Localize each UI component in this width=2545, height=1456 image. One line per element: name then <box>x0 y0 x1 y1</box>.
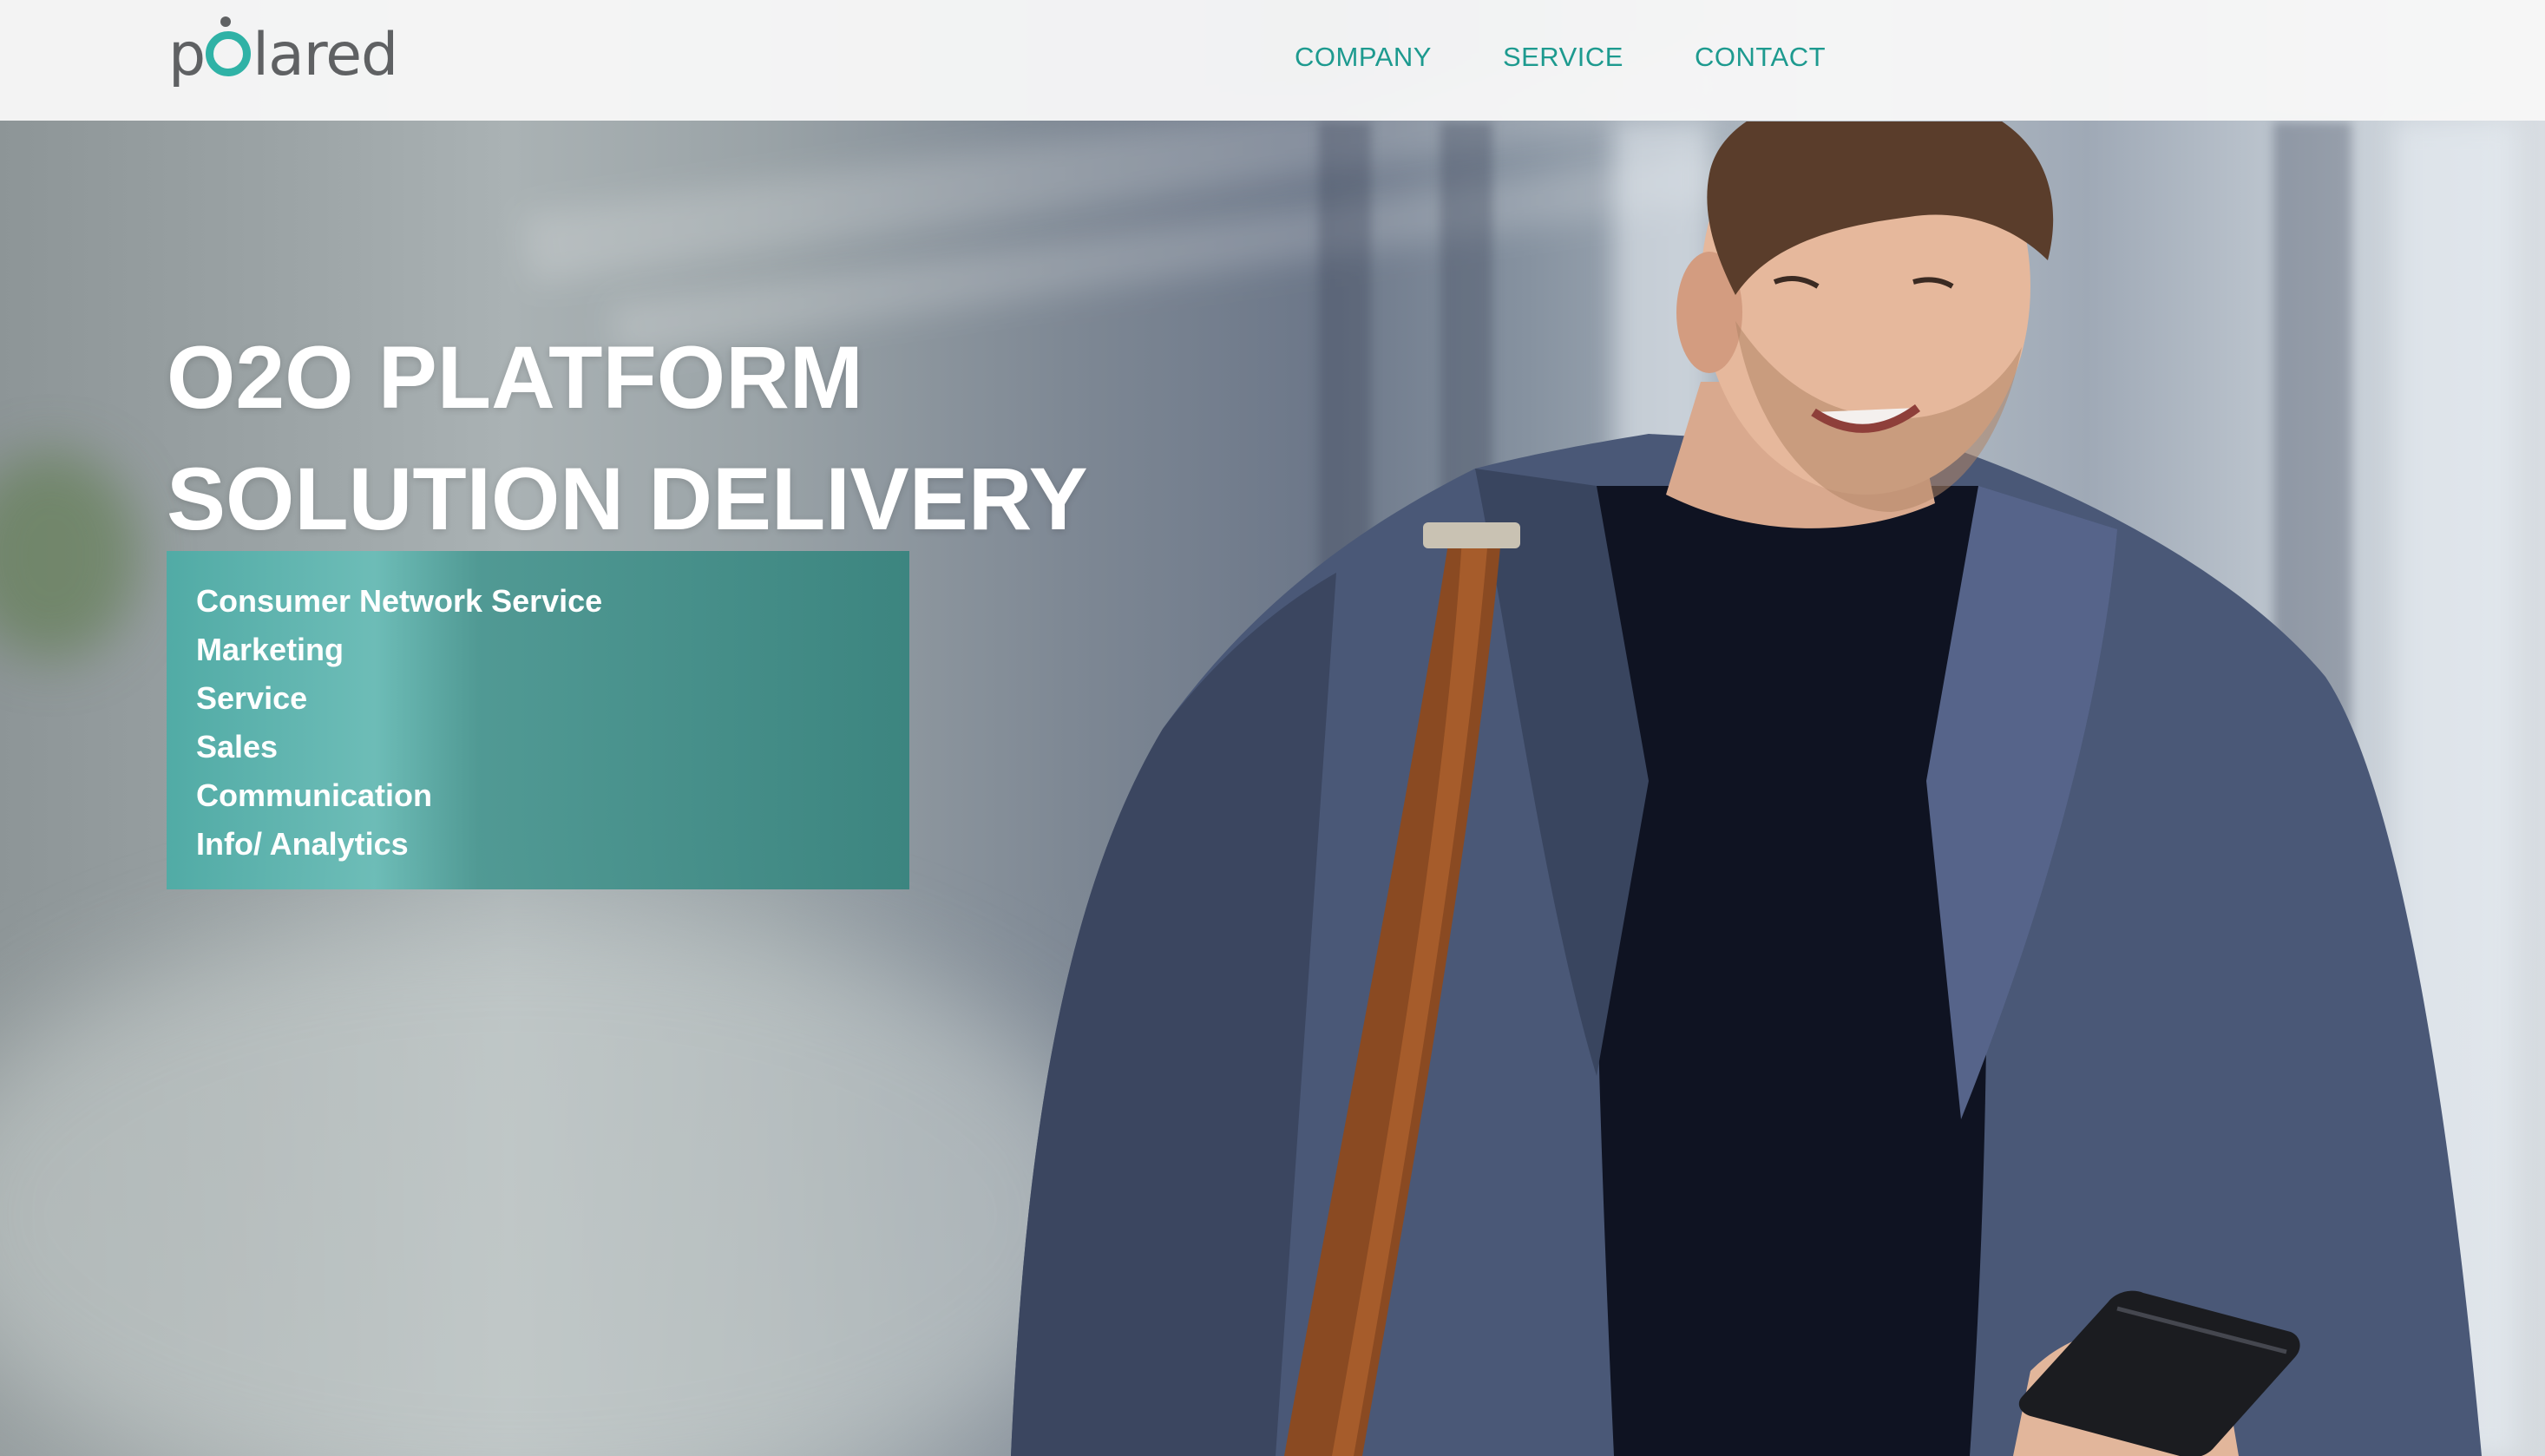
service-item-sales: Sales <box>196 729 279 764</box>
site-header: p lared COMPANY SERVICE CONTACT <box>0 0 2545 121</box>
hero-person-image <box>989 121 2545 1456</box>
service-item-consumer-network: Consumer Network Service <box>196 583 603 619</box>
polared-logo[interactable]: p lared <box>168 16 398 90</box>
logo-prefix: p <box>168 21 206 89</box>
logo-suffix: lared <box>253 21 398 89</box>
hero-headline-line-2: SOLUTION DELIVERY <box>167 449 1088 548</box>
service-item-marketing: Marketing <box>196 632 344 667</box>
main-nav: COMPANY SERVICE CONTACT <box>1295 43 1897 70</box>
services-panel: Consumer Network Service Marketing Servi… <box>167 551 909 889</box>
services-list: Consumer Network Service Marketing Servi… <box>196 577 880 869</box>
service-item-info-analytics: Info/ Analytics <box>196 826 409 862</box>
hero-headline: O2O PLATFORM SOLUTION DELIVERY <box>167 317 1088 560</box>
service-item-service: Service <box>196 680 308 716</box>
page: p lared COMPANY SERVICE CONTACT O2O PLATF… <box>0 0 2545 1456</box>
nav-item-contact[interactable]: CONTACT <box>1695 43 1826 70</box>
logo-ring-icon <box>206 16 252 76</box>
service-item-communication: Communication <box>196 777 433 813</box>
hero-headline-line-1: O2O PLATFORM <box>167 328 863 427</box>
logo-text: p lared <box>168 16 398 85</box>
nav-item-company[interactable]: COMPANY <box>1295 43 1432 70</box>
nav-item-service[interactable]: SERVICE <box>1503 43 1623 70</box>
